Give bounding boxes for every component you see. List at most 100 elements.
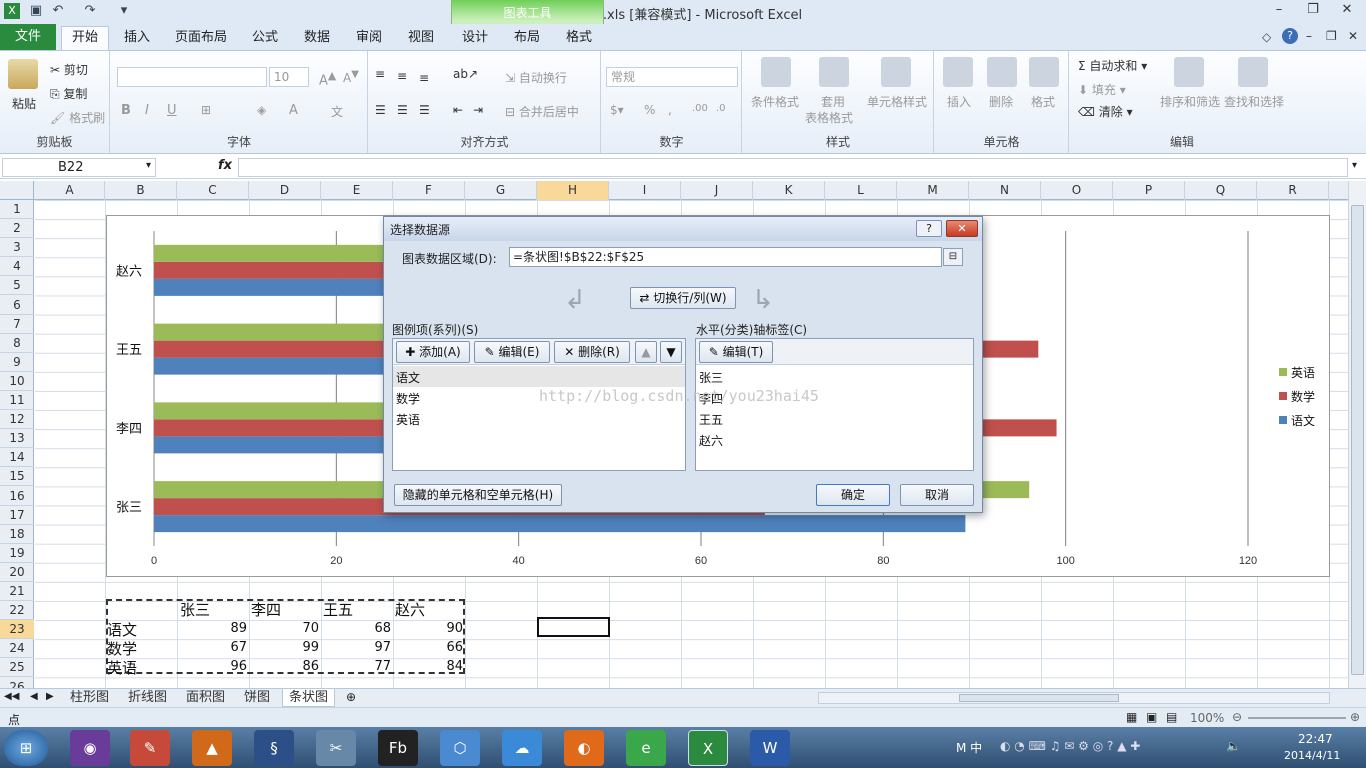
value-cell[interactable]: 90 [393, 621, 463, 636]
conditional-format-button[interactable]: 条件格式 [751, 93, 799, 110]
fill-button[interactable]: ⬇ 填充 ▾ [1078, 81, 1126, 98]
column-header[interactable]: Q [1185, 181, 1257, 200]
format-as-table-button[interactable]: 套用 [821, 93, 845, 110]
vertical-scrollbar[interactable] [1348, 181, 1366, 688]
header-cell[interactable]: 赵六 [395, 599, 425, 620]
eclipse-taskbar-icon[interactable]: ◉ [70, 730, 110, 766]
column-header[interactable]: J [681, 181, 753, 200]
cell-styles-button[interactable]: 单元格样式 [867, 93, 927, 110]
edit-axis-labels-button[interactable]: ✎ 编辑(T) [699, 341, 773, 363]
view-page-break-icon[interactable]: ▤ [1166, 710, 1177, 724]
sheet-tab[interactable]: 折线图 [128, 689, 167, 707]
dialog-help-button[interactable]: ? [916, 220, 942, 237]
tab-data[interactable]: 数据 [296, 28, 338, 50]
underline-icon[interactable]: U [167, 103, 177, 118]
minimize-button[interactable]: – [1266, 2, 1292, 20]
value-cell[interactable]: 68 [321, 621, 391, 636]
wrap-text-button[interactable]: ⇲ 自动换行 [505, 69, 567, 86]
excel-taskbar-icon[interactable]: X [688, 730, 728, 766]
tab-review[interactable]: 审阅 [348, 28, 390, 50]
column-header[interactable]: L [825, 181, 897, 200]
sheet-tab[interactable]: 柱形图 [70, 689, 109, 707]
row-header[interactable]: 3 [0, 238, 34, 258]
tab-view[interactable]: 视图 [400, 28, 442, 50]
header-cell[interactable]: 李四 [251, 599, 281, 620]
series-item[interactable]: 数学 [396, 390, 420, 407]
expand-formula-bar-icon[interactable]: ▾ [1352, 160, 1357, 171]
value-cell[interactable]: 66 [393, 640, 463, 655]
cut-button[interactable]: ✂ 剪切 [50, 61, 88, 78]
paste-button[interactable]: 粘贴 [12, 95, 36, 112]
series-item[interactable]: 语文 [396, 369, 420, 386]
orientation-icon[interactable]: ab↗ [453, 67, 478, 81]
font-color-icon[interactable]: A [289, 103, 298, 118]
cloud-taskbar-icon[interactable]: ☁ [502, 730, 542, 766]
column-header[interactable]: N [969, 181, 1041, 200]
chart-range-input[interactable]: =条状图!$B$22:$F$25 [509, 247, 942, 267]
column-header[interactable]: K [753, 181, 825, 200]
decrease-indent-icon[interactable]: ⇤ [453, 103, 463, 117]
value-cell[interactable]: 97 [321, 640, 391, 655]
help-icon[interactable]: ? [1282, 28, 1298, 44]
row-header[interactable]: 7 [0, 315, 34, 334]
row-label-cell[interactable]: 语文 [107, 619, 137, 640]
find-select-button[interactable]: 查找和选择 [1224, 93, 1284, 110]
number-format-combo[interactable]: 常规 [606, 67, 738, 87]
tab-home[interactable]: 开始 [61, 26, 109, 51]
notes-taskbar-icon[interactable]: ✎ [130, 730, 170, 766]
column-header[interactable]: E [321, 181, 393, 200]
row-header[interactable]: 10 [0, 372, 34, 391]
italic-icon[interactable]: I [145, 103, 149, 118]
align-right-icon[interactable]: ☰ [419, 103, 430, 117]
scroll-thumb[interactable] [1351, 205, 1364, 675]
value-cell[interactable]: 89 [177, 621, 247, 636]
firefox-taskbar-icon[interactable]: ◐ [564, 730, 604, 766]
matlab-taskbar-icon[interactable]: ▲ [192, 730, 232, 766]
name-box-dropdown-icon[interactable]: ▾ [146, 160, 151, 171]
currency-icon[interactable]: $▾ [610, 103, 624, 117]
zoom-out-icon[interactable]: ⊖ [1232, 710, 1242, 724]
word-taskbar-icon[interactable]: W [750, 730, 790, 766]
row-header[interactable]: 4 [0, 257, 34, 277]
zoom-slider[interactable] [1248, 717, 1346, 719]
ok-button[interactable]: 确定 [816, 484, 890, 506]
align-left-icon[interactable]: ☰ [375, 103, 386, 117]
select-all-button[interactable] [0, 181, 34, 200]
next-sheet-icon[interactable]: ▶ [46, 691, 54, 702]
align-center-icon[interactable]: ☰ [397, 103, 408, 117]
cube-taskbar-icon[interactable]: ⬡ [440, 730, 480, 766]
column-header[interactable]: B [105, 181, 177, 200]
bold-icon[interactable]: B [121, 103, 131, 118]
active-cell-cursor[interactable] [537, 617, 610, 637]
header-cell[interactable]: 王五 [323, 599, 353, 620]
value-cell[interactable]: 77 [321, 659, 391, 674]
value-cell[interactable]: 84 [393, 659, 463, 674]
row-header[interactable]: 23 [0, 620, 34, 640]
tab-insert[interactable]: 插入 [116, 28, 158, 50]
row-header[interactable]: 8 [0, 334, 34, 353]
increase-indent-icon[interactable]: ⇥ [473, 103, 483, 117]
move-up-button[interactable]: ▲ [635, 341, 657, 363]
close-button[interactable]: ✕ [1334, 2, 1360, 20]
row-header[interactable]: 17 [0, 506, 34, 525]
volume-icon[interactable]: 🔈 [1226, 739, 1241, 753]
column-header[interactable]: P [1113, 181, 1185, 200]
move-down-button[interactable]: ▼ [660, 341, 682, 363]
column-header[interactable]: D [249, 181, 321, 200]
browser-taskbar-icon[interactable]: e [626, 730, 666, 766]
row-header[interactable]: 18 [0, 525, 34, 544]
sort-filter-button[interactable]: 排序和筛选 [1160, 93, 1220, 110]
cancel-button[interactable]: 取消 [900, 484, 974, 506]
format-cells-button[interactable]: 格式 [1031, 93, 1055, 110]
autosum-button[interactable]: Σ 自动求和 ▾ [1078, 57, 1147, 74]
phonetic-icon[interactable]: 文 [331, 103, 343, 120]
column-header[interactable]: A [35, 181, 105, 200]
value-cell[interactable]: 67 [177, 640, 247, 655]
row-header[interactable]: 12 [0, 410, 34, 430]
clear-button[interactable]: ⌫ 清除 ▾ [1078, 103, 1133, 120]
font-name-combo[interactable] [117, 67, 267, 87]
column-header[interactable]: R [1257, 181, 1329, 200]
remove-series-button[interactable]: ✕ 删除(R) [554, 341, 630, 363]
clock-date[interactable]: 2014/4/11 [1284, 749, 1340, 762]
horizontal-scrollbar[interactable] [818, 692, 1330, 704]
